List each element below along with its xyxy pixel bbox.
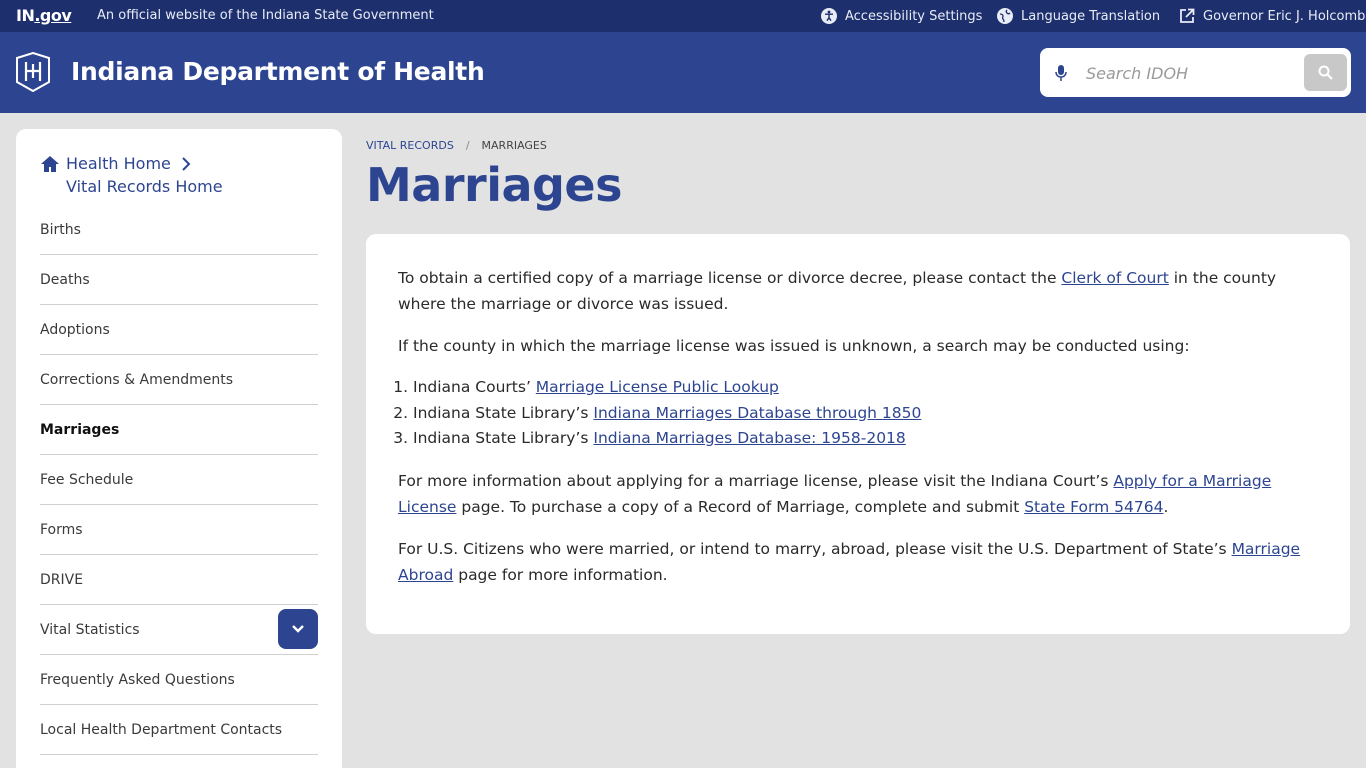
marriages-database-1850-link[interactable]: Indiana Marriages Database through 1850: [593, 404, 921, 422]
marriage-license-lookup-link[interactable]: Marriage License Public Lookup: [536, 378, 779, 396]
sidebar-item-marriages[interactable]: Marriages: [40, 405, 318, 455]
search-input[interactable]: [1086, 60, 1296, 86]
ingov-logo[interactable]: IN.gov: [16, 6, 72, 25]
governor-label: Governor Eric J. Holcomb: [1203, 8, 1366, 24]
sidebar-item-local-health-contacts[interactable]: Local Health Department Contacts: [40, 705, 318, 755]
paragraph-text: page for more information.: [453, 565, 668, 584]
list-item-prefix: Indiana State Library’s: [413, 429, 594, 447]
sidebar-item-label: Frequently Asked Questions: [40, 672, 235, 688]
page-title: Marriages: [366, 158, 623, 212]
sidebar-item-label: Deaths: [40, 272, 90, 288]
marriages-database-1958-2018-link[interactable]: Indiana Marriages Database: 1958-2018: [593, 429, 905, 447]
accessibility-icon: [821, 8, 837, 24]
paragraph-text: page. To purchase a copy of a Record of …: [456, 497, 1025, 516]
list-item: Indiana State Library’s Indiana Marriage…: [413, 401, 1318, 427]
search-button[interactable]: [1304, 54, 1347, 91]
sidebar-nav: Births Deaths Adoptions Corrections & Am…: [40, 205, 318, 755]
microphone-icon[interactable]: [1054, 64, 1068, 82]
sidebar-item-fee-schedule[interactable]: Fee Schedule: [40, 455, 318, 505]
breadcrumb-separator: /: [465, 139, 470, 152]
paragraph-abroad: For U.S. Citizens who were married, or i…: [398, 536, 1318, 588]
sidebar-item-label: Adoptions: [40, 322, 110, 338]
content-card: To obtain a certified copy of a marriage…: [366, 234, 1350, 634]
search-icon: [1318, 65, 1333, 80]
breadcrumb-vital-records-link[interactable]: Vital Records: [366, 139, 454, 152]
health-home-link[interactable]: Health Home: [40, 154, 223, 173]
state-form-link[interactable]: State Form 54764: [1024, 498, 1163, 516]
sidebar-item-corrections[interactable]: Corrections & Amendments: [40, 355, 318, 405]
list-item-prefix: Indiana State Library’s: [413, 403, 594, 422]
search-resources-list: Indiana Courts’ Marriage License Public …: [398, 375, 1318, 452]
paragraph-text: For more information about applying for …: [398, 471, 1114, 490]
sidebar-item-faq[interactable]: Frequently Asked Questions: [40, 655, 318, 705]
health-home-label: Health Home: [66, 154, 171, 173]
search-box: [1040, 48, 1351, 97]
accessibility-settings-label: Accessibility Settings: [845, 8, 983, 24]
sidebar-item-adoptions[interactable]: Adoptions: [40, 305, 318, 355]
breadcrumb: Vital Records / Marriages: [366, 139, 547, 152]
paragraph-certified-copy: To obtain a certified copy of a marriage…: [398, 265, 1318, 317]
sidebar-item-label: Marriages: [40, 422, 120, 438]
sidebar-item-forms[interactable]: Forms: [40, 505, 318, 555]
list-item-prefix: Indiana Courts’: [413, 378, 536, 396]
vital-records-home-link[interactable]: Vital Records Home: [66, 177, 223, 196]
official-banner: IN.gov An official website of the Indian…: [0, 0, 1366, 32]
sidebar-item-deaths[interactable]: Deaths: [40, 255, 318, 305]
accessibility-settings-link[interactable]: Accessibility Settings: [821, 8, 982, 24]
clerk-of-court-link[interactable]: Clerk of Court: [1061, 269, 1168, 287]
chevron-down-icon: [292, 625, 304, 633]
sidebar-item-label: Local Health Department Contacts: [40, 722, 283, 738]
paragraph-county-unknown: If the county in which the marriage lice…: [398, 337, 1190, 355]
paragraph-text: To obtain a certified copy of a marriage…: [398, 269, 1062, 287]
sidebar-item-drive[interactable]: DRIVE: [40, 555, 318, 605]
language-translation-label: Language Translation: [1021, 8, 1161, 24]
sidebar-item-vital-statistics[interactable]: Vital Statistics: [40, 605, 318, 655]
sidebar: Health Home Vital Records Home Births De…: [16, 129, 342, 768]
sidebar-item-label: Corrections & Amendments: [40, 372, 234, 388]
home-icon: [41, 155, 59, 172]
idoh-logo-icon[interactable]: [15, 52, 51, 92]
site-header: Indiana Department of Health: [0, 32, 1366, 113]
chevron-right-icon: [182, 156, 191, 171]
site-title[interactable]: Indiana Department of Health: [71, 57, 485, 86]
sidebar-item-label: Births: [40, 222, 81, 238]
sidebar-crumbs: Health Home Vital Records Home: [40, 154, 223, 196]
ingov-logo-tld: .gov: [34, 6, 72, 25]
external-link-icon: [1180, 8, 1195, 23]
paragraph-text: .: [1163, 497, 1169, 516]
sidebar-item-births[interactable]: Births: [40, 205, 318, 255]
globe-icon: [997, 8, 1013, 24]
vital-statistics-expand-button[interactable]: [278, 609, 318, 649]
paragraph-text: For U.S. Citizens who were married, or i…: [398, 539, 1232, 558]
paragraph-apply-license: For more information about applying for …: [398, 468, 1318, 520]
content-body: To obtain a certified copy of a marriage…: [398, 265, 1318, 604]
language-translation-link[interactable]: Language Translation: [997, 8, 1160, 24]
official-text: An official website of the Indiana State…: [97, 8, 434, 23]
sidebar-item-label: Fee Schedule: [40, 472, 134, 488]
list-item: Indiana State Library’s Indiana Marriage…: [413, 426, 1318, 452]
breadcrumb-current: Marriages: [481, 139, 547, 152]
sidebar-item-label: DRIVE: [40, 572, 84, 588]
ingov-logo-main: IN: [16, 6, 35, 25]
sidebar-item-label: Vital Statistics: [40, 622, 140, 638]
sidebar-item-label: Forms: [40, 522, 83, 538]
list-item: Indiana Courts’ Marriage License Public …: [413, 375, 1318, 401]
governor-link[interactable]: Governor Eric J. Holcomb: [1179, 8, 1365, 24]
